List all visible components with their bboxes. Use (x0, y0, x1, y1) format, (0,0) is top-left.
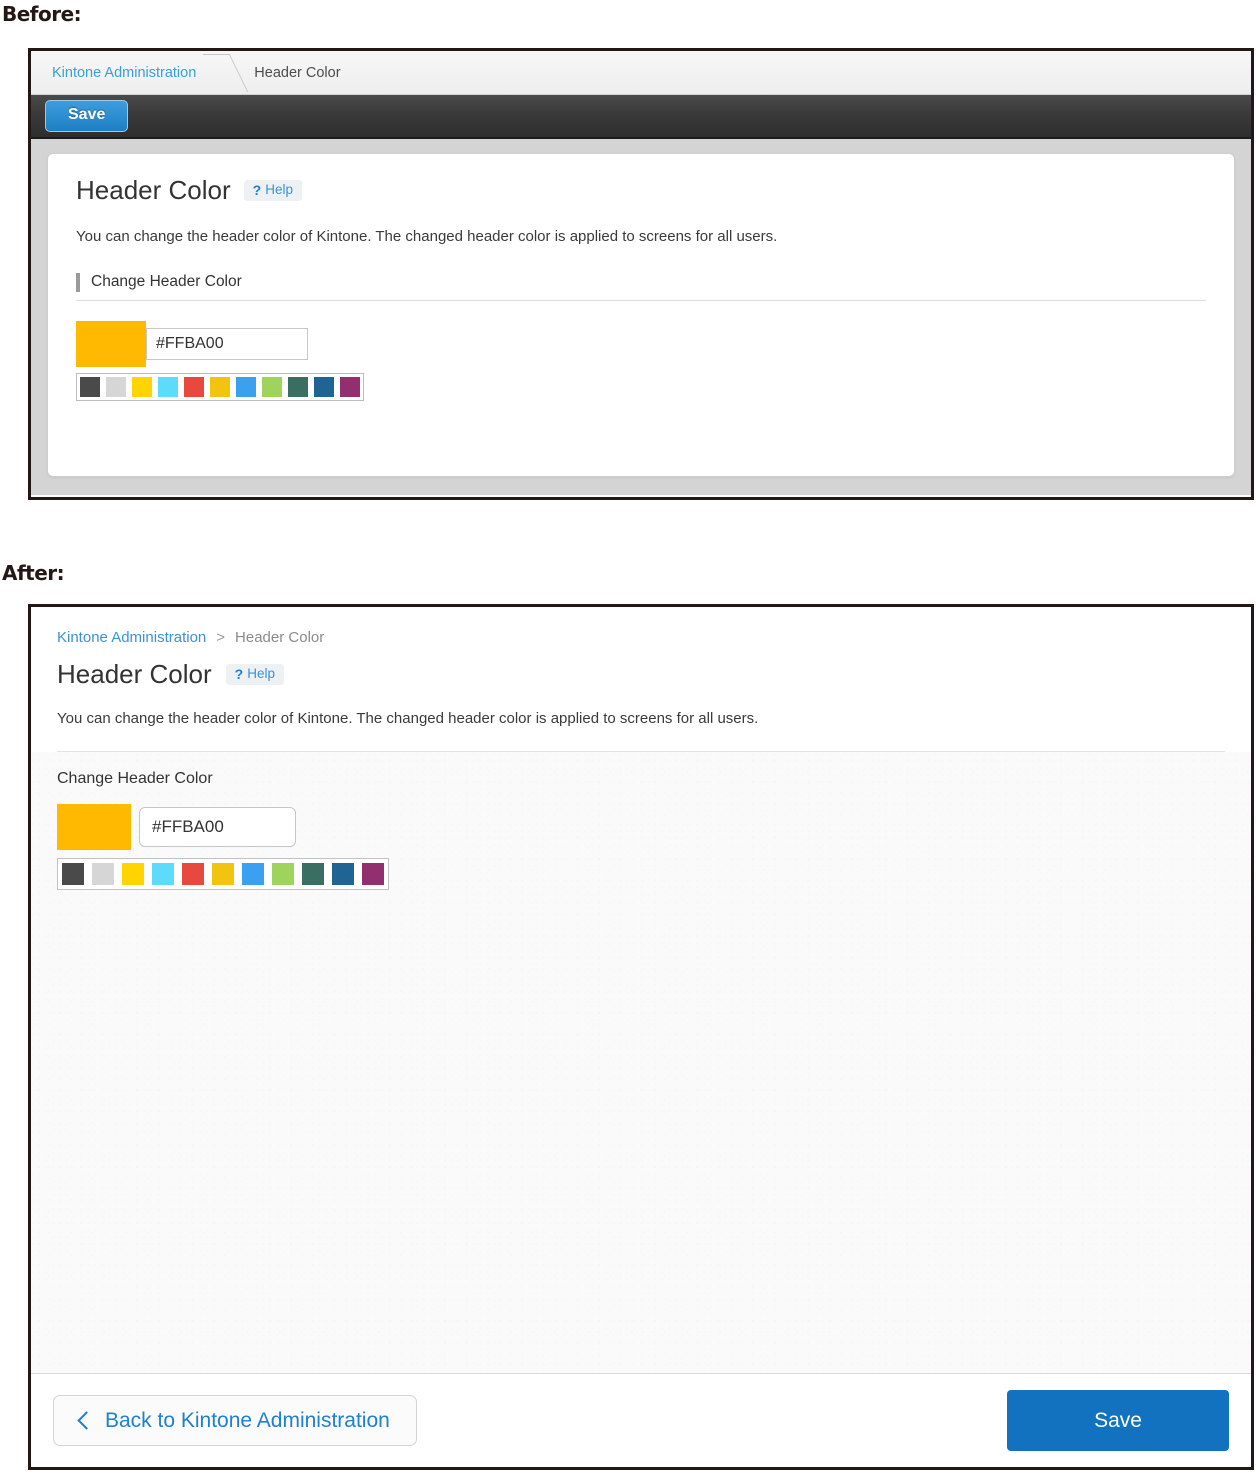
breadcrumb-separator-icon: > (216, 629, 226, 646)
after-title-row: Header Color ? Help (57, 660, 1225, 689)
swatch-red[interactable] (178, 858, 208, 889)
swatch-light-gray[interactable] (103, 373, 129, 400)
swatch-gold[interactable] (207, 373, 233, 400)
color-preview-swatch (76, 320, 146, 367)
before-title-row: Header Color ? Help (76, 176, 1206, 205)
swatch-red[interactable] (181, 373, 207, 400)
swatch-light-gray[interactable] (88, 858, 118, 889)
help-label: Help (265, 182, 293, 198)
page-description: You can change the header color of Kinto… (57, 709, 759, 727)
swatch-magenta[interactable] (337, 373, 363, 400)
color-hex-input[interactable] (146, 327, 308, 360)
swatch-blue[interactable] (238, 858, 268, 889)
breadcrumb-link-kintone-administration[interactable]: Kintone Administration (31, 65, 196, 81)
before-breadcrumb-bar: Kintone Administration Header Color (31, 51, 1251, 95)
swatch-dark-gray[interactable] (77, 373, 103, 400)
swatch-light-green[interactable] (268, 858, 298, 889)
color-swatch-palette[interactable] (57, 857, 389, 890)
back-to-kintone-administration-button[interactable]: Back to Kintone Administration (53, 1395, 417, 1446)
save-button[interactable]: Save (1007, 1389, 1229, 1452)
swatch-dark-blue[interactable] (311, 373, 337, 400)
section-label-change-header-color: Change Header Color (57, 769, 213, 787)
back-button-label: Back to Kintone Administration (105, 1409, 390, 1432)
breadcrumb-current-header-color: Header Color (254, 64, 341, 81)
toolbar-save-button[interactable]: Save (45, 100, 129, 132)
swatch-yellow[interactable] (129, 373, 155, 400)
after-footer-bar: Back to Kintone Administration Save (31, 1373, 1251, 1467)
swatch-dark-blue[interactable] (328, 858, 358, 889)
swatch-cyan[interactable] (155, 373, 181, 400)
breadcrumb-link-kintone-administration[interactable]: Kintone Administration (57, 629, 206, 646)
after-content-body: Change Header Color (31, 752, 1251, 1373)
after-color-row (57, 803, 1225, 850)
swatch-magenta[interactable] (358, 858, 388, 889)
after-section-caption: After: (2, 561, 65, 585)
after-description-wrap: You can change the header color of Kinto… (57, 709, 1225, 752)
before-section-caption: Before: (2, 2, 82, 26)
page-title: Header Color (57, 659, 212, 689)
help-button[interactable]: ? Help (243, 179, 302, 201)
swatch-yellow[interactable] (118, 858, 148, 889)
after-breadcrumb: Kintone Administration > Header Color (57, 629, 1225, 646)
color-preview-swatch (57, 803, 131, 850)
color-swatch-palette[interactable] (76, 372, 364, 401)
swatch-teal[interactable] (298, 858, 328, 889)
after-header: Kintone Administration > Header Color He… (31, 607, 1251, 752)
question-mark-icon: ? (252, 181, 262, 198)
swatch-teal[interactable] (285, 373, 311, 400)
breadcrumb-current-header-color: Header Color (235, 629, 325, 646)
page-description: You can change the header color of Kinto… (76, 227, 778, 245)
page-title: Header Color (76, 175, 231, 205)
before-content-stage: Header Color ? Help You can change the h… (31, 139, 1251, 495)
question-mark-icon: ? (234, 665, 244, 682)
breadcrumb-arrow-icon (210, 51, 240, 95)
section-label-change-header-color: Change Header Color (91, 273, 242, 291)
swatch-blue[interactable] (233, 373, 259, 400)
before-content-card: Header Color ? Help You can change the h… (47, 153, 1235, 477)
section-accent-bar (76, 272, 80, 292)
swatch-cyan[interactable] (148, 858, 178, 889)
before-section-header: Change Header Color (76, 272, 1206, 301)
before-color-row (76, 320, 1206, 367)
before-screenshot-panel: Kintone Administration Header Color Save… (28, 48, 1254, 500)
after-screenshot-panel: Kintone Administration > Header Color He… (28, 604, 1254, 1470)
color-hex-input[interactable] (139, 806, 296, 847)
swatch-gold[interactable] (208, 858, 238, 889)
chevron-left-icon (77, 1411, 96, 1430)
before-toolbar: Save (31, 95, 1251, 139)
swatch-light-green[interactable] (259, 373, 285, 400)
swatch-dark-gray[interactable] (58, 858, 88, 889)
help-button[interactable]: ? Help (225, 663, 284, 685)
help-label: Help (247, 666, 275, 682)
